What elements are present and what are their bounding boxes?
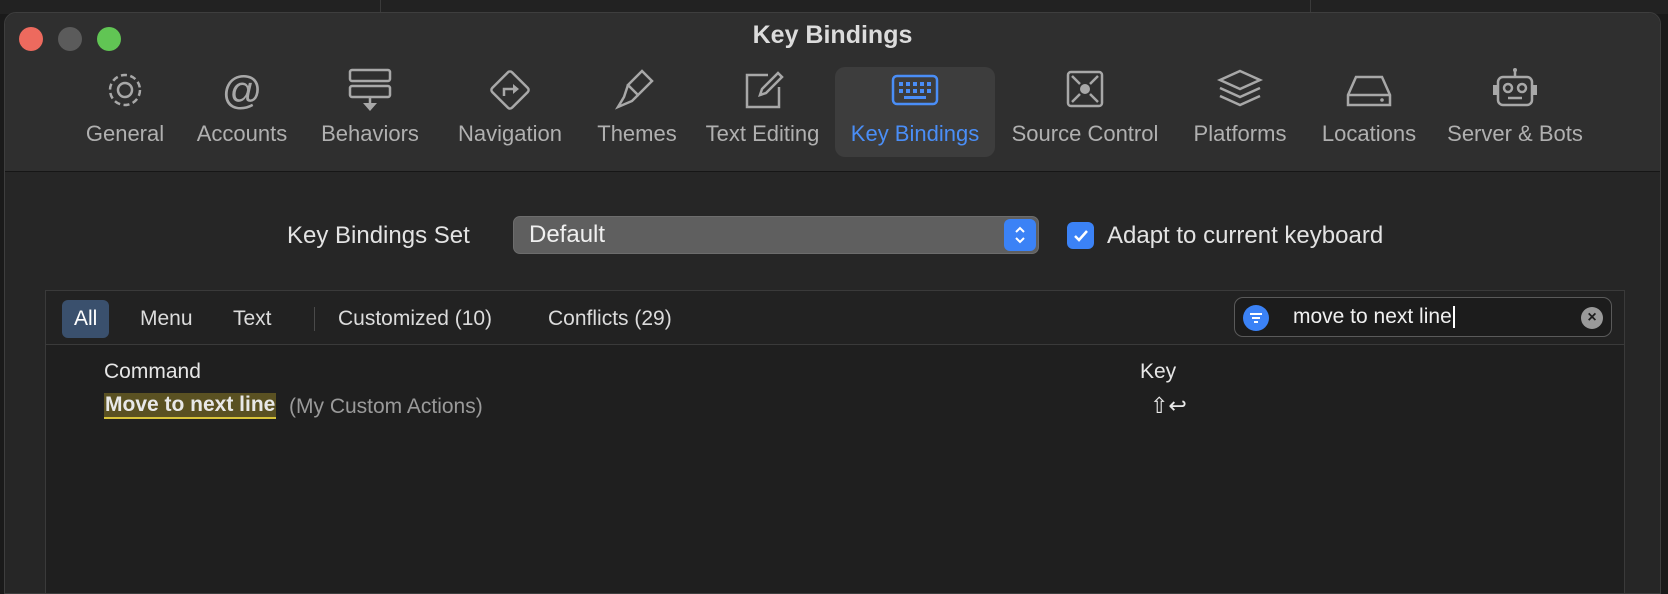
- command-group: (My Custom Actions): [289, 395, 483, 418]
- text-caret: [1452, 306, 1455, 329]
- column-header-command[interactable]: Command: [104, 360, 201, 384]
- tab-label: Source Control: [1011, 121, 1159, 146]
- paintbrush-icon: [614, 69, 654, 110]
- tab-accounts[interactable]: @ Accounts: [187, 67, 297, 157]
- tab-text-editing[interactable]: Text Editing: [695, 67, 830, 157]
- robot-icon: [1493, 68, 1537, 107]
- tab-label: Navigation: [458, 121, 562, 146]
- search-field[interactable]: move to next line ×: [1234, 297, 1612, 337]
- at-icon: @: [222, 69, 263, 113]
- tab-general[interactable]: General: [75, 67, 175, 157]
- bindings-table-panel: All Menu Text Customized (10) Conflicts …: [45, 290, 1625, 593]
- drive-icon: [1346, 75, 1392, 107]
- key-bindings-set-value: Default: [529, 221, 606, 248]
- tab-label: Platforms: [1193, 121, 1287, 146]
- tab-label: Accounts: [196, 121, 288, 146]
- filter-text[interactable]: Text: [221, 300, 284, 338]
- filter-customized[interactable]: Customized (10): [326, 300, 504, 338]
- source-control-icon: [1066, 70, 1104, 108]
- tab-themes[interactable]: Themes: [582, 67, 692, 157]
- layers-icon: [1216, 69, 1264, 107]
- tab-behaviors[interactable]: Behaviors: [310, 67, 430, 157]
- preferences-toolbar: General @ Accounts Behaviors Navigation …: [5, 67, 1660, 167]
- behaviors-icon: [348, 68, 392, 111]
- key-bindings-set-select[interactable]: Default: [513, 216, 1039, 254]
- filter-conflicts[interactable]: Conflicts (29): [536, 300, 684, 338]
- filter-bar: All Menu Text Customized (10) Conflicts …: [46, 291, 1624, 345]
- titlebar: Key Bindings General @ Accounts Behavior…: [5, 13, 1660, 172]
- window-title: Key Bindings: [752, 21, 913, 49]
- filter-all[interactable]: All: [62, 300, 110, 338]
- filter-menu[interactable]: Menu: [128, 300, 205, 338]
- tab-label: Behaviors: [321, 121, 419, 146]
- chevron-up-down-icon: [1004, 219, 1036, 251]
- pencil-square-icon: [745, 71, 784, 109]
- adapt-keyboard-checkbox[interactable]: [1067, 222, 1094, 249]
- checkmark-icon: [1073, 229, 1088, 242]
- svg-text:@: @: [222, 69, 263, 113]
- search-input[interactable]: move to next line: [1293, 305, 1455, 329]
- tab-locations[interactable]: Locations: [1310, 67, 1428, 157]
- key-bindings-set-row: Key Bindings Set Default Adapt to curren…: [5, 216, 1660, 256]
- filter-icon[interactable]: [1243, 305, 1269, 331]
- column-header-key[interactable]: Key: [1140, 360, 1176, 384]
- tab-label: Key Bindings: [850, 121, 980, 146]
- adapt-keyboard-label: Adapt to current keyboard: [1107, 222, 1384, 249]
- tab-navigation[interactable]: Navigation: [440, 67, 580, 157]
- tab-label: Locations: [1321, 121, 1417, 146]
- tab-server-bots[interactable]: Server & Bots: [1435, 67, 1595, 157]
- keyboard-icon: [891, 74, 939, 106]
- tab-platforms[interactable]: Platforms: [1179, 67, 1301, 157]
- gear-icon: [108, 73, 142, 107]
- key-bindings-pane: Key Bindings Set Default Adapt to curren…: [5, 172, 1660, 593]
- key-bindings-set-label: Key Bindings Set: [287, 222, 470, 249]
- table-row[interactable]: Move to next line (My Custom Actions) ⇧↩: [46, 391, 1624, 423]
- tab-source-control[interactable]: Source Control: [1005, 67, 1165, 157]
- preferences-window: Key Bindings General @ Accounts Behavior…: [4, 12, 1661, 594]
- tab-key-bindings[interactable]: Key Bindings: [835, 67, 995, 157]
- clear-search-icon[interactable]: ×: [1581, 307, 1603, 329]
- key-shortcut[interactable]: ⇧↩: [1150, 393, 1187, 419]
- tab-label: General: [85, 121, 165, 146]
- tab-label: Server & Bots: [1447, 121, 1583, 146]
- tab-label: Themes: [597, 121, 677, 146]
- tab-label: Text Editing: [705, 121, 820, 146]
- filter-separator: [314, 307, 315, 331]
- command-name: Move to next line: [104, 393, 277, 419]
- navigation-icon: [490, 70, 530, 110]
